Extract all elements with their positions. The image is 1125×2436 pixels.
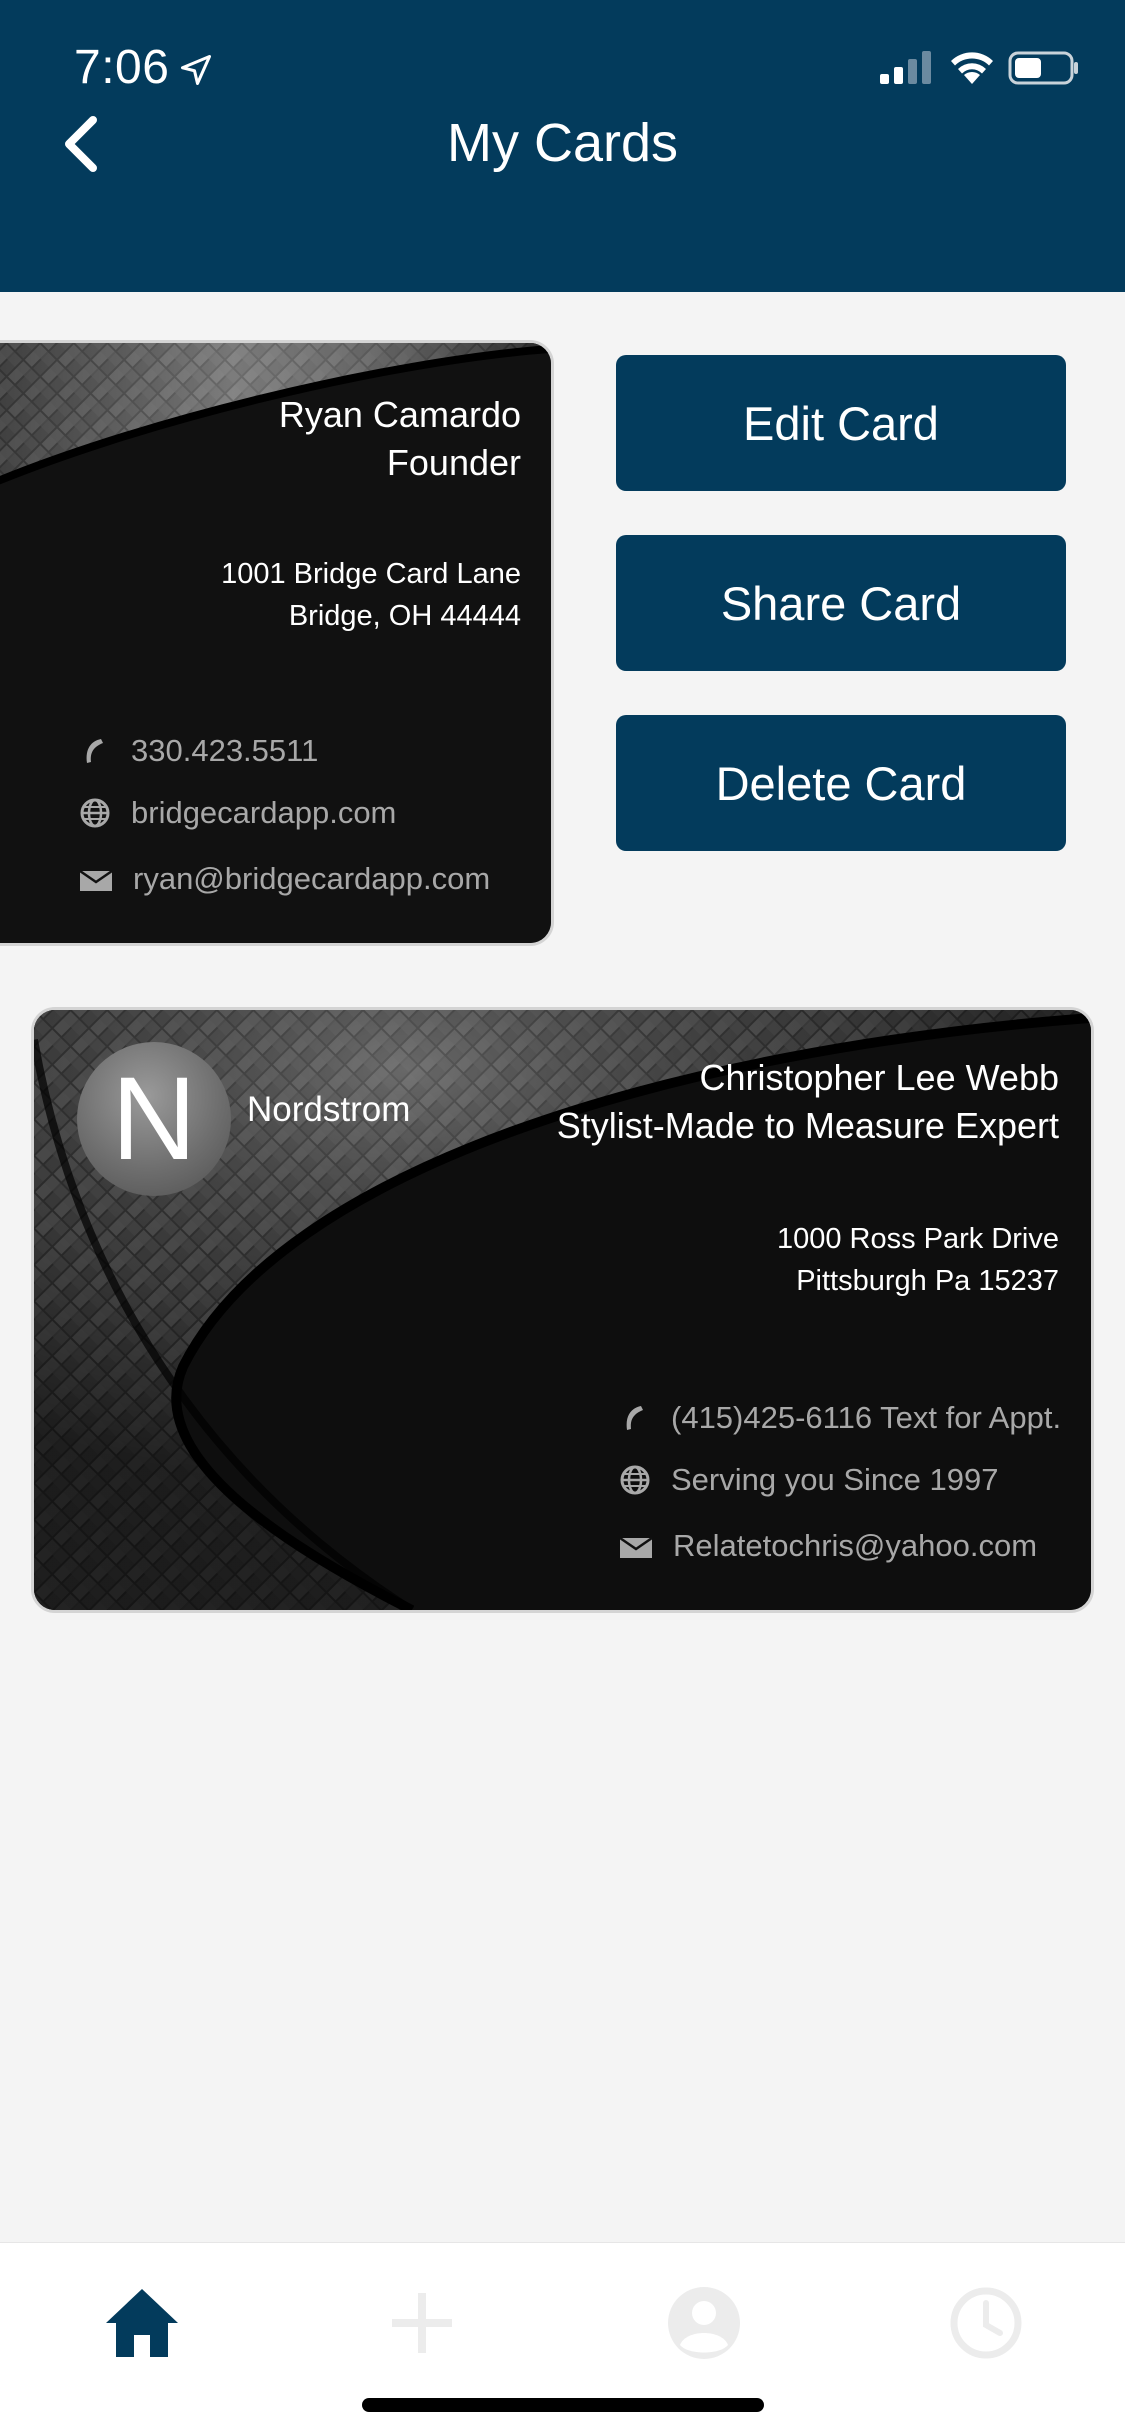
card-website: bridgecardapp.com (131, 795, 397, 830)
card-job-title: Founder (386, 442, 521, 483)
card-email: ryan@bridgecardapp.com (133, 861, 491, 896)
business-card-ryan[interactable]: Ryan Camardo Founder 1001 Bridge Card La… (0, 340, 554, 946)
card-phone: 330.423.5511 (131, 733, 319, 768)
plus-icon (392, 2293, 452, 2353)
phone-icon (626, 1406, 643, 1430)
tab-add[interactable] (372, 2273, 472, 2373)
home-icon (106, 2289, 178, 2357)
card-name: Ryan Camardo (278, 394, 521, 435)
cellular-signal-icon (880, 51, 931, 84)
battery-icon (1008, 51, 1078, 85)
card-website-row[interactable]: bridgecardapp.com (79, 795, 396, 831)
card-name-block: Christopher Lee Webb Stylist-Made to Mea… (557, 1054, 1059, 1150)
card-job-title: Stylist-Made to Measure Expert (556, 1105, 1059, 1146)
share-card-button[interactable]: Share Card (616, 535, 1066, 671)
card-address-line1: 1000 Ross Park Drive (776, 1223, 1059, 1255)
card-address-line2: Pittsburgh Pa 15237 (796, 1265, 1059, 1297)
phone-icon (86, 739, 103, 763)
wifi-icon (951, 52, 993, 84)
card-name-block: Ryan Camardo Founder (279, 391, 521, 487)
delete-card-button[interactable]: Delete Card (616, 715, 1066, 851)
card-email: Relatetochris@yahoo.com (673, 1528, 1038, 1563)
header-bar: 7:06 My Cards (0, 0, 1125, 292)
card-address: 1001 Bridge Card Lane Bridge, OH 44444 (221, 553, 521, 637)
tab-home[interactable] (92, 2273, 192, 2373)
envelope-icon (79, 869, 113, 891)
location-arrow-icon (181, 55, 211, 85)
card-phone-row[interactable]: 330.423.5511 (79, 733, 318, 769)
card-website: Serving you Since 1997 (671, 1462, 999, 1497)
card-address-line2: Bridge, OH 44444 (288, 600, 521, 632)
card-email-row[interactable]: ryan@bridgecardapp.com (79, 861, 490, 897)
card-phone: (415)425-6116 Text for Appt. (671, 1400, 1062, 1435)
profile-icon (668, 2287, 740, 2359)
card-website-row[interactable]: Serving you Since 1997 (619, 1462, 998, 1498)
edit-card-button[interactable]: Edit Card (616, 355, 1066, 491)
card-phone-row[interactable]: (415)425-6116 Text for Appt. (619, 1400, 1061, 1436)
card-email-row[interactable]: Relatetochris@yahoo.com (619, 1528, 1037, 1564)
globe-icon (80, 798, 110, 828)
home-indicator[interactable] (362, 2398, 764, 2412)
tab-profile[interactable] (654, 2273, 754, 2373)
envelope-icon (619, 1536, 653, 1558)
company-logo-avatar: N (77, 1042, 231, 1196)
card-name: Christopher Lee Webb (699, 1057, 1059, 1098)
clock-icon (950, 2287, 1022, 2359)
globe-icon (620, 1465, 650, 1495)
tab-history[interactable] (936, 2273, 1036, 2373)
page-title: My Cards (446, 113, 679, 173)
status-time: 7:06 (74, 41, 170, 94)
card-address-line1: 1001 Bridge Card Lane (221, 558, 521, 590)
card-company: Nordstrom (247, 1090, 411, 1129)
business-card-christopher[interactable]: N Nordstrom Christopher Lee Webb Stylist… (31, 1007, 1094, 1613)
card-address: 1000 Ross Park Drive Pittsburgh Pa 15237 (777, 1218, 1059, 1302)
avatar-letter: N (111, 1053, 197, 1185)
screen: 7:06 My Cards Ryan Camardo Founder 1001 … (0, 0, 1125, 2436)
